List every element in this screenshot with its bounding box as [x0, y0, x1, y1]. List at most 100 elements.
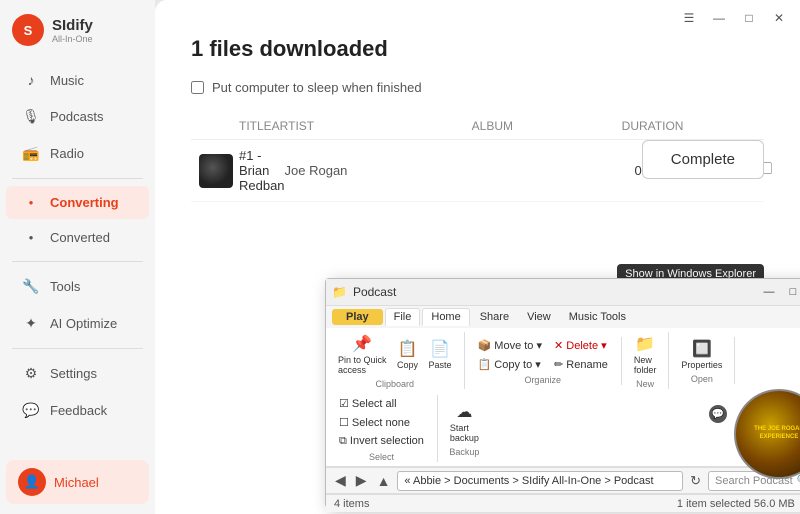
backup-group: ☁ Startbackup Backup — [446, 400, 491, 457]
select-group: ☑ Select all ☐ Select none ⧉ Invert sele… — [334, 395, 438, 462]
sidebar-item-converting[interactable]: ● Converting — [6, 186, 149, 219]
backup-icon: ☁ — [456, 402, 472, 422]
col-album: ALBUM — [472, 119, 622, 133]
open-group: 🔲 Properties Open — [677, 337, 735, 384]
move-to-btn[interactable]: 📦 Move to ▾ — [473, 337, 547, 354]
copy-icon: 📋 — [398, 339, 418, 359]
table-header: TITLE ARTIST ALBUM DURATION — [191, 113, 764, 140]
logo-icon: S — [12, 14, 44, 46]
main-content-area: ☰ — □ ✕ 1 files downloaded Put computer … — [155, 0, 800, 514]
ribbon-tab-home[interactable]: Home — [422, 308, 469, 326]
app-name: SIdify — [52, 17, 93, 34]
sidebar-item-podcasts[interactable]: 🎙 Podcasts — [6, 99, 149, 134]
sidebar-item-podcasts-label: Podcasts — [50, 109, 103, 124]
titlebar: ☰ — □ ✕ — [155, 0, 800, 36]
select-label: Select — [369, 452, 394, 462]
logo-area: S SIdify All-In-One — [0, 0, 155, 56]
address-bar: ◀ ▶ ▲ « Abbie > Documents > SIdify All-I… — [326, 468, 800, 494]
sidebar-item-feedback-label: Feedback — [50, 403, 107, 418]
paste-icon: 📄 — [430, 339, 450, 359]
col-artist: ARTIST — [272, 119, 472, 133]
sleep-row: Put computer to sleep when finished — [191, 80, 764, 95]
delete-btn[interactable]: ✕ Delete ▾ — [549, 337, 613, 354]
clipboard-group: 📌 Pin to Quickaccess 📋 Copy 📄 Paste Clip… — [334, 332, 465, 389]
sidebar-item-settings-label: Settings — [50, 366, 97, 381]
sidebar-item-tools[interactable]: 🔧 Tools — [6, 269, 149, 304]
sidebar-item-converted[interactable]: ● Converted — [6, 221, 149, 254]
item-count: 4 items — [334, 498, 369, 510]
search-icon: 🔍 — [797, 474, 800, 487]
select-all-btn[interactable]: ☑ Select all — [334, 395, 429, 412]
start-backup-btn[interactable]: ☁ Startbackup — [446, 400, 483, 445]
pin-btn[interactable]: 📌 Pin to Quickaccess — [334, 332, 391, 377]
music-icon: ♪ — [22, 72, 40, 88]
invert-selection-btn[interactable]: ⧉ Invert selection — [334, 433, 429, 450]
rename-btn[interactable]: ✏ Rename — [549, 356, 613, 373]
back-btn[interactable]: ◀ — [332, 472, 349, 489]
explorer-status-bar: 4 items 1 item selected 56.0 MB ☰ ⊞ — [326, 494, 800, 512]
notification-bubble: 💬 — [709, 405, 727, 423]
backup-label: Backup — [449, 447, 479, 457]
new-group: 📁 Newfolder New — [630, 332, 670, 389]
user-avatar: 👤 — [18, 468, 46, 496]
properties-icon: 🔲 — [692, 339, 712, 359]
divider-3 — [12, 348, 143, 349]
sidebar-item-radio[interactable]: 📻 Radio — [6, 136, 149, 171]
up-btn[interactable]: ▲ — [374, 473, 394, 489]
exp-maximize-btn[interactable]: □ — [782, 283, 800, 301]
exp-minimize-btn[interactable]: — — [758, 283, 780, 301]
sidebar-item-music[interactable]: ♪ Music — [6, 63, 149, 97]
ribbon-content: 📌 Pin to Quickaccess 📋 Copy 📄 Paste Clip… — [326, 328, 800, 467]
ribbon-tab-play[interactable]: Play — [332, 309, 383, 325]
converted-dot-icon: ● — [22, 233, 40, 242]
complete-button[interactable]: Complete — [642, 140, 764, 179]
settings-icon: ⚙ — [22, 365, 40, 382]
sidebar-item-settings[interactable]: ⚙ Settings — [6, 356, 149, 391]
sidebar-item-feedback[interactable]: 💬 Feedback — [6, 393, 149, 428]
sidebar-item-music-label: Music — [50, 73, 84, 88]
user-profile[interactable]: 👤 Michael — [6, 460, 149, 504]
maximize-button[interactable]: □ — [736, 5, 762, 31]
open-label: Open — [691, 374, 713, 384]
sleep-checkbox[interactable] — [191, 81, 204, 94]
copy-to-btn[interactable]: 📋 Copy to ▾ — [473, 356, 547, 373]
properties-btn[interactable]: 🔲 Properties — [677, 337, 726, 372]
sleep-label: Put computer to sleep when finished — [212, 80, 422, 95]
col-duration: DURATION — [622, 119, 742, 133]
copy-btn[interactable]: 📋 Copy — [393, 337, 423, 372]
sidebar-bottom: 👤 Michael — [0, 458, 155, 514]
selected-info: 1 item selected 56.0 MB — [677, 498, 795, 510]
address-path[interactable]: « Abbie > Documents > SIdify All-In-One … — [397, 471, 683, 491]
new-folder-btn[interactable]: 📁 Newfolder — [630, 332, 661, 377]
pin-icon: 📌 — [352, 334, 372, 354]
menu-button[interactable]: ☰ — [676, 5, 702, 31]
ribbon-tab-view[interactable]: View — [519, 309, 559, 325]
sidebar-item-ai-label: AI Optimize — [50, 316, 117, 331]
ribbon-tabs: Play File Home Share View Music Tools — [326, 306, 800, 328]
user-name: Michael — [54, 475, 99, 490]
sidebar-item-radio-label: Radio — [50, 146, 84, 161]
explorer-titlebar: 📁 Podcast — □ ✕ — [326, 279, 800, 306]
converting-dot-icon: ● — [22, 198, 40, 207]
select-none-btn[interactable]: ☐ Select none — [334, 414, 429, 431]
ribbon-tab-share[interactable]: Share — [472, 309, 517, 325]
paste-btn[interactable]: 📄 Paste — [425, 337, 456, 372]
minimize-button[interactable]: — — [706, 5, 732, 31]
sidebar: S SIdify All-In-One ♪ Music 🎙 Podcasts 📻… — [0, 0, 155, 514]
explorer-window: 📁 Podcast — □ ✕ Play File Home Share Vie… — [325, 278, 800, 508]
podcasts-icon: 🎙 — [22, 108, 40, 125]
organize-label: Organize — [524, 375, 561, 385]
sidebar-item-ai-optimize[interactable]: ✦ AI Optimize — [6, 306, 149, 341]
ribbon-tab-music-tools[interactable]: Music Tools — [561, 309, 634, 325]
divider-1 — [12, 178, 143, 179]
feedback-icon: 💬 — [22, 402, 40, 419]
forward-btn[interactable]: ▶ — [353, 472, 370, 489]
ribbon-tab-file[interactable]: File — [385, 308, 421, 326]
organize-group: 📦 Move to ▾ 📋 Copy to ▾ ✕ Delete ▾ ✏ Ren… — [473, 337, 622, 385]
sidebar-item-converted-label: Converted — [50, 230, 110, 245]
close-button[interactable]: ✕ — [766, 5, 792, 31]
refresh-btn[interactable]: ↻ — [687, 473, 704, 489]
ribbon: Play File Home Share View Music Tools 📌 … — [326, 306, 800, 468]
sidebar-nav: ♪ Music 🎙 Podcasts 📻 Radio ● Converting … — [0, 62, 155, 429]
tools-icon: 🔧 — [22, 278, 40, 295]
